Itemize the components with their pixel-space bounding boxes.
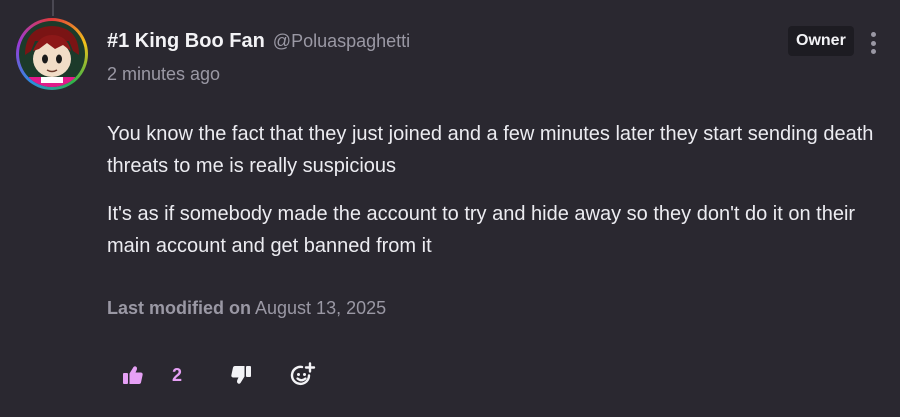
like-button[interactable]: 2 (122, 365, 182, 386)
author-username[interactable]: @Poluaspaghetti (273, 31, 410, 52)
last-modified: Last modified on August 13, 2025 (107, 298, 386, 319)
avatar-character-icon (19, 21, 85, 87)
post-paragraph: You know the fact that they just joined … (107, 123, 874, 177)
more-vertical-icon-dot (870, 49, 876, 54)
post-header: #1 King Boo Fan @Poluaspaghetti (107, 30, 410, 53)
post-body: You know the fact that they just joined … (107, 118, 877, 278)
thumbs-down-icon (231, 366, 252, 384)
more-vertical-icon (870, 32, 876, 37)
owner-badge: Owner (788, 26, 854, 56)
post-paragraph: It's as if somebody made the account to … (107, 203, 856, 257)
more-options-button[interactable] (864, 30, 882, 56)
last-modified-date: August 13, 2025 (255, 298, 387, 318)
dislike-button[interactable] (230, 365, 252, 385)
thumbs-up-icon (123, 366, 143, 384)
post-timestamp: 2 minutes ago (107, 64, 221, 84)
add-reaction-icon (290, 362, 316, 386)
last-modified-label: Last modified on (107, 298, 251, 318)
more-vertical-icon-dot (870, 40, 876, 46)
thread-line (52, 0, 54, 16)
post-actions: 2 (122, 362, 316, 388)
like-count: 2 (172, 364, 183, 385)
avatar[interactable] (16, 18, 88, 90)
author-display-name[interactable]: #1 King Boo Fan (107, 30, 265, 53)
add-reaction-button[interactable] (290, 362, 316, 388)
